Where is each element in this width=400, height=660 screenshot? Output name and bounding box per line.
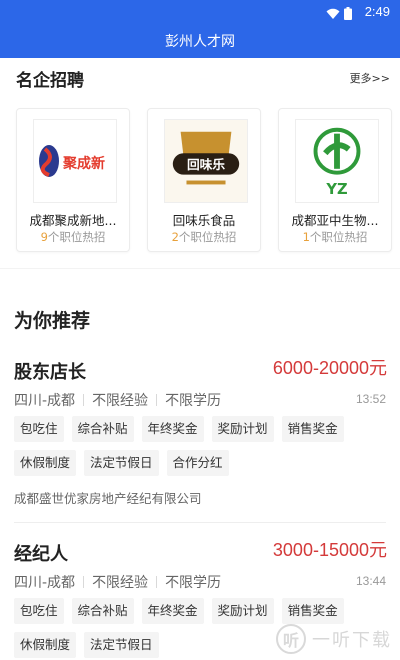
job-tag: 年终奖金 [141,598,204,624]
job-meta: 四川-成都 不限经验 不限学历 [14,572,221,592]
job-tag: 综合补贴 [71,416,134,442]
job-meta: 四川-成都 不限经验 不限学历 [14,390,221,410]
famous-companies-title: 名企招聘 [16,71,84,91]
company-list: 聚成新 成都聚成新地... 9个职位热招 回味乐 回味乐食品 2个职位热招 YZ [0,108,400,254]
job-tag: 综合补贴 [71,598,134,624]
job-tag: 法定节假日 [84,450,159,476]
job-tag: 销售奖金 [281,598,344,624]
job-tag: 休假制度 [14,450,77,476]
job-item[interactable]: 股东店长 6000-20000元 四川-成都 不限经验 不限学历 13:52 包… [0,358,400,518]
logo-lettering: 聚成新 [62,155,105,172]
job-tag: 合作分红 [166,450,229,476]
job-location: 四川-成都 [14,393,76,409]
job-experience: 不限经验 [92,575,149,591]
job-tag: 年终奖金 [141,416,204,442]
famous-companies-header: 名企招聘 更多>> [0,64,400,91]
job-tag: 法定节假日 [84,632,159,658]
job-tag: 包吃住 [14,598,64,624]
more-link[interactable]: 更多>> [350,70,390,86]
job-salary: 6000-20000元 [272,358,387,378]
logo-lettering: 回味乐 [187,157,225,172]
job-tag: 休假制度 [14,632,77,658]
job-divider [14,522,386,523]
company-card[interactable]: 聚成新 成都聚成新地... 9个职位热招 [16,108,130,252]
watermark-logo-icon: 听 [276,624,306,654]
app-bar: 彭州人才网 [0,24,400,58]
company-name: 成都聚成新地... [29,213,117,228]
company-job-count: 1个职位热招 [302,230,368,244]
job-time: 13:44 [355,574,386,588]
job-education: 不限学历 [165,393,222,409]
job-tag: 奖励计划 [211,416,274,442]
job-company: 成都盛世优家房地产经纪有限公司 [14,491,202,506]
job-tag: 销售奖金 [281,416,344,442]
job-tag: 包吃住 [14,416,64,442]
job-education: 不限学历 [165,575,222,591]
company-logo: 回味乐 [164,119,248,203]
watermark: 听 一听下载 [276,624,392,654]
status-time: 2:49 [364,4,390,19]
status-bar: 2:49 [0,0,400,24]
meta-separator [83,576,85,588]
job-time: 13:52 [355,392,386,406]
company-name: 回味乐食品 [172,213,236,228]
company-logo: YZ [295,119,379,203]
meta-separator [156,394,158,406]
logo-lettering: YZ [325,181,347,198]
status-icons [326,5,352,24]
meta-separator [156,576,158,588]
battery-icon [344,5,352,24]
section-divider [0,268,400,269]
app-title: 彭州人才网 [165,34,235,50]
job-title: 股东店长 [14,362,86,383]
company-logo: 聚成新 [33,119,117,203]
company-card[interactable]: YZ 成都亚中生物... 1个职位热招 [278,108,392,252]
job-tags: 包吃住 综合补贴 年终奖金 奖励计划 销售奖金 休假制度 法定节假日 合作分红 [14,416,386,476]
company-job-count: 9个职位热招 [40,230,106,244]
recommend-title: 为你推荐 [14,310,91,332]
company-name: 成都亚中生物... [291,213,379,228]
company-job-count: 2个职位热招 [171,230,237,244]
job-tag: 奖励计划 [211,598,274,624]
job-salary: 3000-15000元 [272,540,387,560]
meta-separator [83,394,85,406]
watermark-text: 一听下载 [312,630,392,651]
job-experience: 不限经验 [92,393,149,409]
wifi-icon [326,5,340,24]
job-title: 经纪人 [14,544,68,565]
job-location: 四川-成都 [14,575,76,591]
company-card[interactable]: 回味乐 回味乐食品 2个职位热招 [147,108,261,252]
